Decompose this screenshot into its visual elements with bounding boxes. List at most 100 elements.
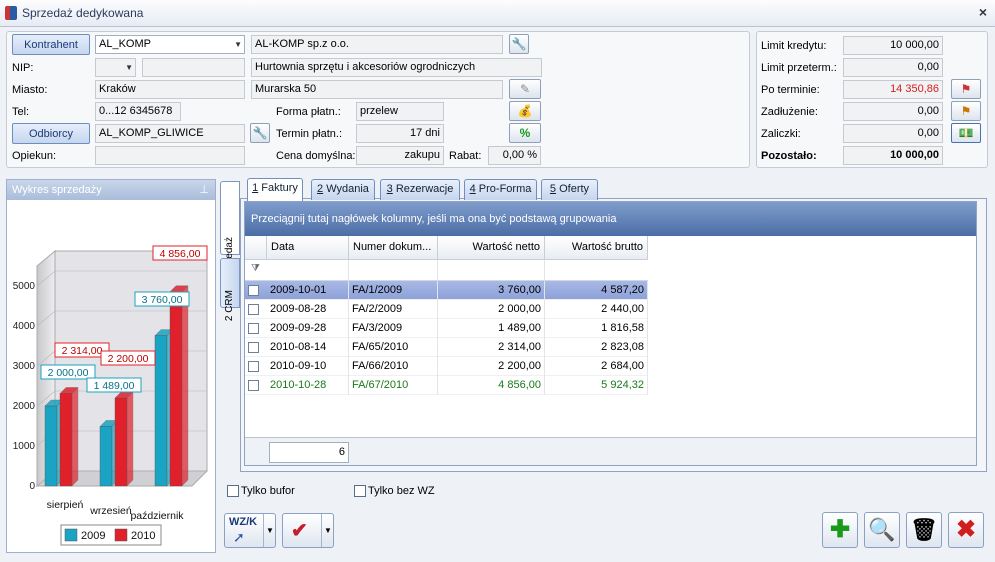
data-label: 2 314,00 (62, 345, 103, 357)
overdue-label: Po terminie: (761, 84, 820, 96)
tylko-bez-wz-checkbox[interactable] (354, 485, 366, 497)
chart-y-ticks: 0 1000 2000 3000 4000 5000 (13, 281, 36, 492)
miasto-label: Miasto: (12, 84, 48, 96)
map-icon[interactable]: ✎ (509, 79, 541, 99)
wzk-button[interactable]: WZ/K ➚ ▼ (224, 513, 276, 548)
add-button[interactable]: ✚ (822, 512, 858, 548)
cell-netto: 2 000,00 (438, 300, 545, 319)
kontrahent-code-field[interactable]: AL_KOMP ▼ (95, 35, 245, 54)
overdue-limit-label: Limit przeterm.: (761, 62, 837, 74)
debt-details-icon[interactable]: ⚑ (951, 101, 981, 121)
row-checkbox[interactable] (248, 323, 259, 334)
tel-field: 0...12 6345678 (95, 102, 181, 121)
termin-label: Termin płatn.: (276, 128, 343, 140)
cell-brutto: 2 440,00 (545, 300, 648, 319)
tab-faktury[interactable]: 1 Faktury (247, 178, 303, 201)
column-header-numer[interactable]: Numer dokum... (349, 236, 438, 260)
edit-receiver-icon[interactable]: 🔧 (250, 123, 270, 143)
close-icon[interactable]: × (979, 4, 987, 20)
ulica-field: Murarska 50 (251, 80, 503, 99)
debt-value: 0,00 (843, 102, 943, 121)
y-tick-label: 5000 (13, 281, 36, 292)
tylko-bufor-checkbox[interactable] (227, 485, 239, 497)
sales-chart: 0 1000 2000 3000 4000 5000 2 000,00 2 314,00 1 … (13, 245, 209, 546)
advances-details-icon[interactable]: 💵 (951, 123, 981, 143)
filter-row[interactable]: ⧩ (245, 260, 648, 281)
legend-label: 2010 (131, 530, 155, 542)
filter-cell-netto[interactable] (438, 260, 545, 280)
cell-netto: 2 200,00 (438, 357, 545, 376)
filter-cell-data[interactable] (267, 260, 349, 280)
chevron-down-icon[interactable]: ▼ (263, 514, 276, 547)
overdue-details-icon[interactable]: ⚑ (951, 79, 981, 99)
chart-panel-title: Wykres sprzedaży (12, 184, 102, 196)
payment-form-icon[interactable]: 💰 (509, 101, 541, 121)
tab-rezerwacje-label: Rezerwacje (392, 183, 454, 195)
vtab-crm-label: 2 CRM (224, 290, 235, 322)
tab-oferty[interactable]: 5 Oferty (541, 179, 598, 200)
chevron-down-icon[interactable]: ▼ (234, 36, 242, 53)
table-row[interactable]: 2009-09-28 FA/3/2009 1 489,00 1 816,58 (245, 319, 648, 338)
row-checkbox[interactable] (248, 285, 259, 296)
filter-icon[interactable]: ⧩ (251, 263, 260, 274)
row-checkbox[interactable] (248, 380, 259, 391)
cell-data: 2010-10-28 (267, 376, 349, 395)
row-checkbox[interactable] (248, 304, 259, 315)
vtab-crm[interactable]: 2 CRM (220, 258, 240, 321)
delete-button[interactable]: 🗑 (906, 512, 942, 548)
opiekun-field (95, 146, 245, 165)
table-row[interactable]: 2010-09-10 FA/66/2010 2 200,00 2 684,00 (245, 357, 648, 376)
cell-brutto: 4 587,20 (545, 281, 648, 300)
column-header-netto[interactable]: Wartość netto (438, 236, 545, 260)
cell-data: 2010-09-10 (267, 357, 349, 376)
advances-label: Zaliczki: (761, 128, 801, 140)
group-by-area[interactable]: Przeciągnij tutaj nagłówek kolumny, jeśl… (245, 202, 976, 236)
odbiorcy-button[interactable]: Odbiorcy (12, 123, 90, 144)
tab-oferty-label: Oferty (556, 183, 590, 195)
table-row[interactable]: 2010-08-14 FA/65/2010 2 314,00 2 823,08 (245, 338, 648, 357)
bar (59, 393, 73, 487)
table-row[interactable]: 2010-10-28 FA/67/2010 4 856,00 5 924,32 (245, 376, 648, 395)
tab-pro-forma[interactable]: 4 Pro-Forma (464, 179, 537, 200)
cancel-button[interactable]: ✖ (948, 512, 984, 548)
bar (154, 335, 168, 487)
bar (99, 426, 113, 487)
nip-prefix-select[interactable]: ▼ (95, 58, 136, 77)
row-checkbox[interactable] (248, 361, 259, 372)
nip-label: NIP: (12, 62, 34, 74)
vtab-sprzedaz[interactable]: 1 Sprzedaż (220, 181, 240, 288)
nip-field[interactable] (142, 58, 245, 77)
chevron-down-icon[interactable]: ▼ (125, 59, 133, 76)
pin-icon[interactable]: ⊥ (199, 183, 209, 196)
tab-rezerwacje[interactable]: 3 Rezerwacje (380, 179, 460, 200)
table-row[interactable]: 2009-10-01 FA/1/2009 3 760,00 4 587,20 (245, 281, 648, 300)
y-tick-label: 3000 (13, 361, 36, 372)
data-label: 4 856,00 (160, 248, 201, 260)
approve-button[interactable]: ✔ ▼ (282, 513, 334, 548)
wzk-label: WZ/K (229, 516, 258, 528)
bar-side (181, 285, 189, 487)
filter-cell-numer[interactable] (349, 260, 438, 280)
forma-field: przelew (356, 102, 444, 121)
bar-side (71, 386, 79, 487)
overdue-limit-value: 0,00 (843, 58, 943, 77)
table-row[interactable]: 2009-08-28 FA/2/2009 2 000,00 2 440,00 (245, 300, 648, 319)
cena-label: Cena domyślna: (276, 150, 356, 162)
window-title: Sprzedaż dedykowana (22, 6, 144, 20)
column-header-data[interactable]: Data (267, 236, 349, 260)
cell-brutto: 1 816,58 (545, 319, 648, 338)
kontrahent-button[interactable]: Kontrahent (12, 34, 90, 55)
x-tick-label: wrzesień (89, 505, 132, 517)
edit-button[interactable]: 🔍 (864, 512, 900, 548)
cell-numer: FA/1/2009 (349, 281, 438, 300)
magnifier-icon: 🔍 (868, 517, 896, 542)
discount-icon[interactable]: % (509, 123, 541, 143)
tab-wydania[interactable]: 2 Wydania (311, 179, 375, 200)
row-checkbox[interactable] (248, 342, 259, 353)
chevron-down-icon[interactable]: ▼ (321, 514, 334, 547)
title-bar: Sprzedaż dedykowana × (0, 0, 995, 27)
column-header-brutto[interactable]: Wartość brutto (545, 236, 648, 260)
edit-contractor-icon[interactable]: 🔧 (509, 34, 529, 54)
cell-netto: 3 760,00 (438, 281, 545, 300)
bar (114, 397, 128, 487)
